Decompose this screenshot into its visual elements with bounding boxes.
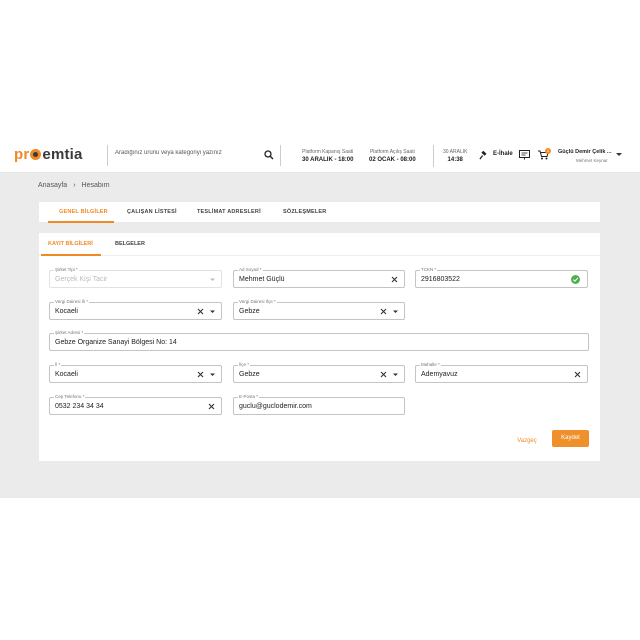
caret-down-icon[interactable] [208, 370, 217, 379]
search-bar [107, 145, 281, 166]
city-select[interactable]: İl * Kocaeli [49, 362, 222, 383]
platform-close-info: Platform Kapanış Saati 30 ARALIK - 18:00 [302, 149, 354, 163]
company-type-select: Şirket Tipi * Gerçek Kişi Tacir [49, 267, 222, 288]
save-button[interactable]: Kaydet [552, 430, 589, 447]
tab-general-info[interactable]: GENEL BİLGİLER [59, 209, 108, 215]
active-subtab-indicator [41, 254, 101, 256]
current-date-info: 30 ARALIK 14:38 [443, 149, 468, 163]
platform-open-info: Platform Açılış Saati 02 OCAK - 08:00 [369, 149, 416, 163]
breadcrumb: Anasayfa › Hesabım [38, 182, 110, 189]
clear-icon[interactable] [379, 370, 388, 379]
subtab-documents[interactable]: BELGELER [115, 241, 145, 247]
user-subtitle: Mehmet Keynar [576, 158, 608, 163]
district-select[interactable]: İlçe * Gebze [233, 362, 405, 383]
phone-field[interactable]: Cep Telefonu * 0532 234 34 34 [49, 394, 222, 415]
clear-icon[interactable] [390, 275, 399, 284]
address-field[interactable]: Şirket Adresi * Gebze Organize Sanayi Bö… [49, 330, 589, 351]
email-field[interactable]: E-Posta * guclu@guclodemir.com [233, 394, 405, 415]
cart-badge: 1 [545, 148, 551, 154]
chevron-down-icon[interactable] [616, 152, 622, 157]
clear-icon[interactable] [196, 307, 205, 316]
tab-employee-list[interactable]: ÇALIŞAN LİSTESİ [127, 209, 177, 215]
caret-down-icon [210, 278, 215, 281]
logo-mark-icon [30, 149, 42, 160]
check-circle-icon [571, 275, 580, 284]
e-ihale-link[interactable]: E-İhale [480, 151, 513, 157]
search-icon[interactable] [264, 150, 274, 160]
user-name[interactable]: Güçlü Demir Çelik ... [558, 149, 612, 155]
monitor-icon[interactable] [519, 150, 530, 160]
caret-down-icon[interactable] [208, 307, 217, 316]
tab-contracts[interactable]: SÖZLEŞMELER [283, 209, 326, 215]
clear-icon[interactable] [573, 370, 582, 379]
proemtia-logo[interactable]: pr emtia [14, 146, 83, 163]
search-input[interactable] [115, 150, 260, 156]
tax-district-select[interactable]: Vergi Dairesi İlçe * Gebze [233, 299, 405, 320]
header-divider [433, 145, 434, 167]
clear-icon[interactable] [196, 370, 205, 379]
name-field[interactable]: Ad Soyad * Mehmet Güçlü [233, 267, 405, 288]
account-tabs: GENEL BİLGİLER ÇALIŞAN LİSTESİ TESLİMAT … [39, 202, 600, 223]
clear-icon[interactable] [379, 307, 388, 316]
caret-down-icon[interactable] [391, 307, 400, 316]
caret-down-icon[interactable] [391, 370, 400, 379]
tckn-field[interactable]: TCKN * 2916803522 [415, 267, 588, 288]
subtab-divider [39, 255, 600, 256]
chevron-right-icon: › [73, 182, 76, 189]
breadcrumb-home[interactable]: Anasayfa [38, 182, 67, 189]
tax-city-select[interactable]: Vergi Dairesi İli * Kocaeli [49, 299, 222, 320]
neighborhood-field[interactable]: Mahalle * Ademyavuz [415, 362, 588, 383]
top-blank-area [0, 0, 640, 140]
subtab-registration-info[interactable]: KAYIT BİLGİLERİ [48, 241, 93, 247]
active-tab-indicator [48, 221, 114, 223]
tab-delivery-addresses[interactable]: TESLİMAT ADRESLERİ [197, 209, 261, 215]
breadcrumb-current: Hesabım [81, 182, 110, 189]
registration-form-card: KAYIT BİLGİLERİ BELGELER Şirket Tipi * G… [39, 233, 600, 461]
clear-icon[interactable] [207, 402, 216, 411]
cancel-button[interactable]: Vazgeç [509, 434, 545, 448]
